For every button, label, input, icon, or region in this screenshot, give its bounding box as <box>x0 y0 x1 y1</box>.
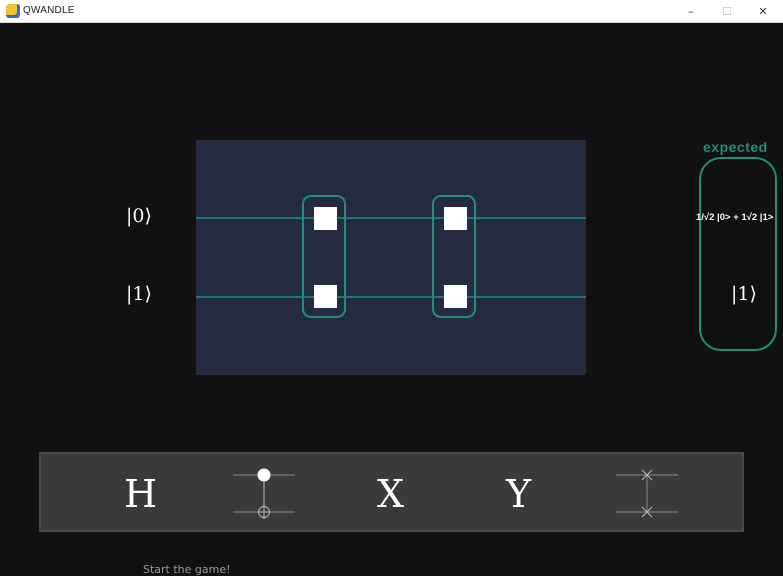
pauli-y-gate[interactable]: Y <box>506 475 531 513</box>
cnot-gate-icon[interactable] <box>231 464 297 522</box>
window-title: QWANDLE <box>23 5 75 16</box>
close-button[interactable]: ✕ <box>745 0 781 23</box>
expected-state-box <box>699 157 777 351</box>
minimize-button[interactable]: – <box>673 0 709 23</box>
gate-slot[interactable] <box>444 207 467 230</box>
python-app-icon <box>6 4 20 18</box>
hadamard-gate[interactable]: H <box>124 475 157 513</box>
gate-slot[interactable] <box>314 207 337 230</box>
gate-palette: H X Y <box>39 452 744 532</box>
status-message: Start the game! <box>143 563 231 576</box>
input-state-qubit-1: |1⟩ <box>126 283 152 305</box>
input-state-qubit-0: |0⟩ <box>126 205 152 227</box>
pauli-x-gate[interactable]: X <box>377 475 404 513</box>
expected-state-qubit-1: |1⟩ <box>731 283 757 305</box>
circuit-board <box>196 140 586 375</box>
gate-slot[interactable] <box>444 285 467 308</box>
maximize-button[interactable]: ☐ <box>709 0 745 23</box>
expected-state-qubit-0: 1/√2 |0> + 1√2 |1> <box>696 212 774 223</box>
swap-gate-icon[interactable] <box>614 464 680 522</box>
qubit-wire-1 <box>196 296 586 298</box>
expected-label: expected <box>703 139 768 155</box>
qubit-wire-0 <box>196 217 586 219</box>
title-bar: QWANDLE – ☐ ✕ <box>0 0 783 23</box>
gate-slot[interactable] <box>314 285 337 308</box>
